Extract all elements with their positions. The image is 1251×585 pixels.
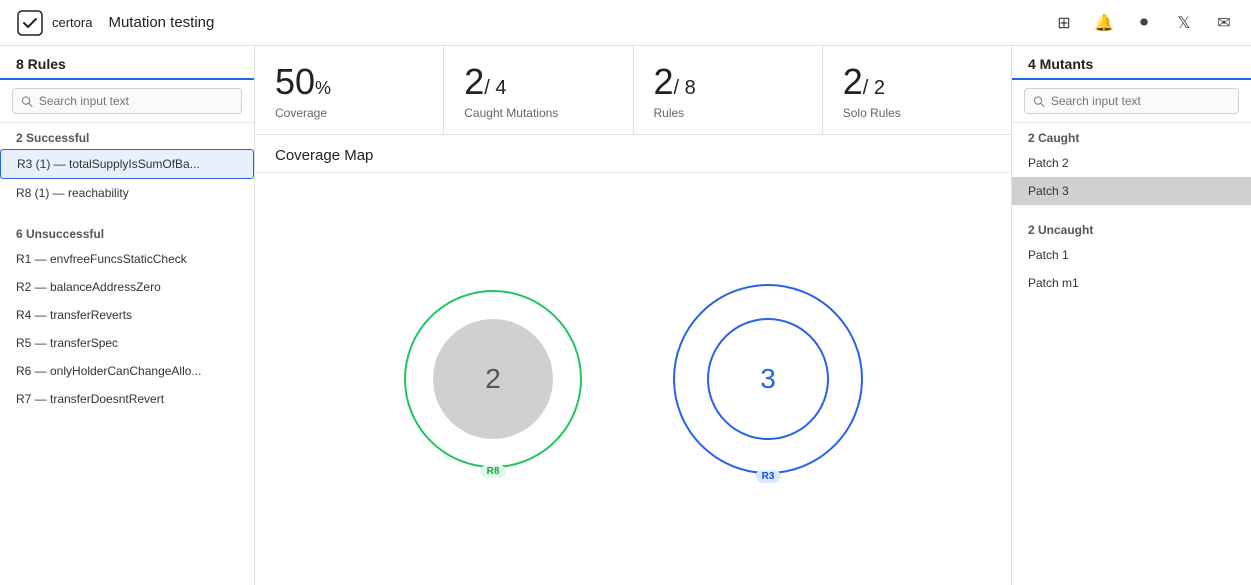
solo-label: Solo Rules (843, 106, 991, 120)
coverage-map: 2 R8 3 R3 (255, 173, 1011, 585)
main-layout: 8 Rules 2 Successful R3 (1) — totalSuppl… (0, 46, 1251, 585)
right-panel: 4 Mutants 2 Caught Patch 2 Patch 3 2 Unc… (1011, 46, 1251, 585)
stat-caught: 2/ 4 Caught Mutations (444, 46, 633, 134)
discord-icon[interactable]: ⊞ (1053, 12, 1075, 34)
circle-r8: 2 R8 (398, 284, 588, 474)
right-search-input[interactable] (1051, 94, 1230, 108)
bell-icon[interactable]: 🔔 (1093, 12, 1115, 34)
certora-logo-icon (16, 9, 44, 37)
uncaught-section-label: 2 Uncaught (1012, 215, 1251, 241)
sidebar-search-input[interactable] (39, 94, 233, 108)
record-icon[interactable]: ⏺ (1133, 12, 1155, 34)
unsuccessful-label: 6 Unsuccessful (0, 219, 254, 245)
coverage-section: Coverage Map 2 R8 3 (255, 135, 1011, 585)
right-scroll: 2 Caught Patch 2 Patch 3 2 Uncaught Patc… (1012, 123, 1251, 585)
rules-label: Rules (654, 106, 802, 120)
stats-row: 50% Coverage 2/ 4 Caught Mutations 2/ 8 … (255, 46, 1011, 135)
twitter-icon[interactable]: 𝕏 (1173, 12, 1195, 34)
left-sidebar: 8 Rules 2 Successful R3 (1) — totalSuppl… (0, 46, 255, 585)
sidebar-scroll: 2 Successful R3 (1) — totalSupplyIsSumOf… (0, 123, 254, 585)
right-search-container (1012, 80, 1251, 123)
successful-label: 2 Successful (0, 123, 254, 149)
sidebar-item-r2[interactable]: R2 — balanceAddressZero (0, 273, 254, 301)
header-icons: ⊞ 🔔 ⏺ 𝕏 ✉ (1053, 12, 1235, 34)
circle-r3: 3 R3 (668, 279, 868, 479)
sidebar-item-r5[interactable]: R5 — transferSpec (0, 329, 254, 357)
logo-text: certora (52, 15, 92, 30)
green-circle-label: R8 (481, 465, 506, 478)
caught-section-label: 2 Caught (1012, 123, 1251, 149)
caught-value: 2/ 4 (464, 64, 612, 100)
rules-value: 2/ 8 (654, 64, 802, 100)
sidebar-item-r7[interactable]: R7 — transferDoesntRevert (0, 385, 254, 413)
sidebar-search-container (0, 80, 254, 123)
sidebar-heading: 8 Rules (0, 46, 254, 80)
blue-circle-num: 3 (760, 363, 776, 395)
sidebar-item-r8[interactable]: R8 (1) — reachability (0, 179, 254, 207)
search-icon (21, 95, 33, 108)
right-search-icon (1033, 95, 1045, 108)
sidebar-item-r6[interactable]: R6 — onlyHolderCanChangeAllo... (0, 357, 254, 385)
sidebar-item-r4[interactable]: R4 — transferReverts (0, 301, 254, 329)
green-circle-num: 2 (485, 363, 501, 395)
stat-solo: 2/ 2 Solo Rules (823, 46, 1011, 134)
right-item-patch3[interactable]: Patch 3 (1012, 177, 1251, 205)
blue-circle-label: R3 (756, 470, 781, 483)
right-item-patch2[interactable]: Patch 2 (1012, 149, 1251, 177)
sidebar-item-r3[interactable]: R3 (1) — totalSupplyIsSumOfBa... (0, 149, 254, 179)
sidebar-search-box (12, 88, 242, 114)
coverage-label: Coverage (275, 106, 423, 120)
right-item-patchm1[interactable]: Patch m1 (1012, 269, 1251, 297)
logo: certora (16, 9, 92, 37)
header: certora Mutation testing ⊞ 🔔 ⏺ 𝕏 ✉ (0, 0, 1251, 46)
right-search-box (1024, 88, 1239, 114)
caught-label: Caught Mutations (464, 106, 612, 120)
mail-icon[interactable]: ✉ (1213, 12, 1235, 34)
coverage-map-title: Coverage Map (255, 135, 1011, 173)
coverage-value: 50% (275, 64, 423, 100)
right-heading: 4 Mutants (1012, 46, 1251, 80)
solo-value: 2/ 2 (843, 64, 991, 100)
stat-coverage: 50% Coverage (255, 46, 444, 134)
center-panel: 50% Coverage 2/ 4 Caught Mutations 2/ 8 … (255, 46, 1011, 585)
page-title: Mutation testing (108, 14, 214, 31)
stat-rules: 2/ 8 Rules (634, 46, 823, 134)
sidebar-item-r1[interactable]: R1 — envfreeFuncsStaticCheck (0, 245, 254, 273)
right-item-patch1[interactable]: Patch 1 (1012, 241, 1251, 269)
